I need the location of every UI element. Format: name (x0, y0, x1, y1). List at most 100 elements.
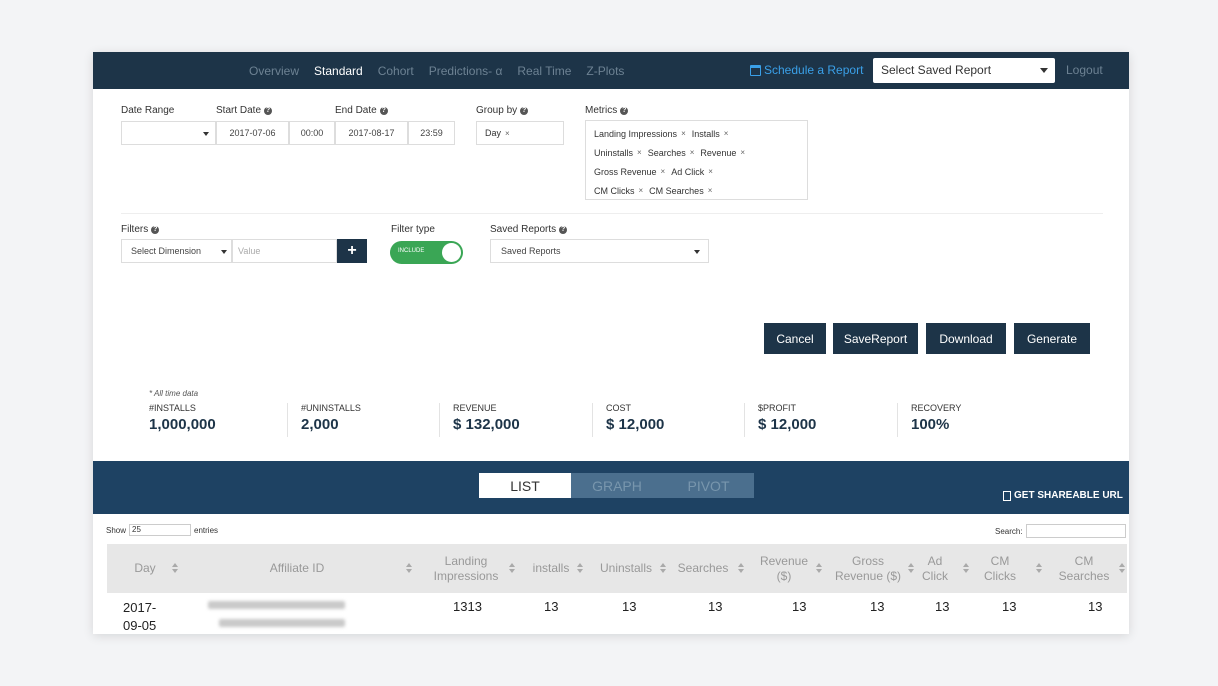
sort-icon[interactable] (406, 563, 412, 574)
column-header-cm-clicks[interactable]: CM Clicks (980, 544, 1020, 593)
help-icon[interactable]: ? (264, 106, 273, 115)
nav-tabs: Overview Standard Cohort Predictions- α … (249, 52, 624, 89)
redacted-affiliate-id (219, 619, 345, 627)
sort-icon[interactable] (1119, 563, 1125, 574)
share-label: GET SHAREABLE URL (1014, 490, 1123, 501)
close-icon[interactable]: × (708, 163, 713, 181)
column-header-installs[interactable]: installs (526, 544, 576, 593)
column-header-landing-impressions[interactable]: Landing Impressions (432, 544, 500, 593)
metric-tag: Revenue × (700, 144, 745, 162)
saved-reports-select[interactable]: Saved Reports (490, 239, 709, 263)
sort-icon[interactable] (963, 563, 969, 574)
nav-tab-cohort[interactable]: Cohort (378, 64, 414, 78)
cell-landing-impressions: 1313 (453, 599, 482, 614)
sort-icon[interactable] (660, 563, 666, 574)
save-report-button[interactable]: SaveReport (833, 323, 918, 354)
close-icon[interactable]: × (708, 182, 713, 200)
metrics-label: Metrics? (585, 105, 629, 116)
entries-label: entries (194, 525, 219, 535)
group-by-input[interactable]: Day × (476, 121, 564, 145)
saved-report-select-value: Select Saved Report (881, 63, 992, 77)
logout-link[interactable]: Logout (1066, 63, 1103, 77)
start-date-input[interactable]: 2017-07-06 (216, 121, 289, 145)
column-header-searches[interactable]: Searches (675, 544, 731, 593)
group-by-tag: Day × (485, 124, 510, 142)
column-header-cm-searches[interactable]: CM Searches (1050, 544, 1118, 593)
metric-tag-label: Searches (647, 148, 686, 158)
filter-type-toggle[interactable]: INCLUDE (390, 241, 463, 264)
column-header-ad-click[interactable]: Ad Click (917, 544, 953, 593)
column-header-affiliate-id[interactable]: Affiliate ID (257, 544, 337, 593)
schedule-report-link[interactable]: Schedule a Report (750, 63, 863, 77)
start-date-label: Start Date? (216, 105, 273, 116)
download-button[interactable]: Download (926, 323, 1006, 354)
metric-tag-label: Revenue (700, 148, 737, 158)
close-icon[interactable]: × (740, 144, 745, 162)
add-filter-button[interactable]: + (337, 239, 367, 263)
start-time-input[interactable]: 00:00 (289, 121, 335, 145)
column-header-gross-revenue[interactable]: Gross Revenue ($) (830, 544, 906, 593)
get-shareable-url-button[interactable]: GET SHAREABLE URL (1003, 490, 1123, 501)
sort-icon[interactable] (816, 563, 822, 574)
close-icon[interactable]: × (690, 144, 695, 162)
date-range-select[interactable] (121, 121, 216, 145)
help-icon[interactable]: ? (620, 106, 629, 115)
nav-tab-predictions[interactable]: Predictions- α (429, 64, 503, 78)
tab-list[interactable]: LIST (479, 473, 571, 498)
sort-icon[interactable] (509, 563, 515, 574)
dimension-select-value: Select Dimension (131, 246, 202, 256)
stat-divider (439, 403, 440, 437)
nav-tab-z-plots[interactable]: Z-Plots (586, 64, 624, 78)
sort-icon[interactable] (738, 563, 744, 574)
saved-reports-label: Saved Reports? (490, 224, 568, 235)
stat-label: COST (606, 403, 632, 413)
redacted-affiliate-id (208, 601, 345, 609)
search-input[interactable] (1025, 524, 1126, 538)
close-icon[interactable]: × (505, 129, 510, 138)
group-by-label-text: Group by (476, 105, 518, 116)
end-time-input[interactable]: 23:59 (408, 121, 455, 145)
close-icon[interactable]: × (661, 163, 666, 181)
view-switcher-bar: LIST GRAPH PIVOT GET SHAREABLE URL (93, 461, 1129, 514)
sort-icon[interactable] (172, 563, 178, 574)
filters-label: Filters? (121, 224, 160, 235)
filter-value-input[interactable]: Value (232, 239, 337, 263)
end-date-input[interactable]: 2017-08-17 (335, 121, 408, 145)
column-header-revenue[interactable]: Revenue ($) (755, 544, 813, 593)
chevron-down-icon (1040, 68, 1048, 73)
cell-gross-revenue: 13 (870, 599, 885, 614)
metrics-input[interactable]: Landing Impressions × Installs × Uninstalls… (585, 120, 808, 200)
dimension-select[interactable]: Select Dimension (121, 239, 232, 263)
nav-tab-overview[interactable]: Overview (249, 64, 299, 78)
date-range-label-text: Date Range (121, 105, 175, 116)
metric-tag: Installs × (692, 125, 729, 143)
cell-cm-searches: 13 (1088, 599, 1103, 614)
close-icon[interactable]: × (681, 125, 686, 143)
page-length-input[interactable]: 25 (129, 524, 192, 536)
help-icon[interactable]: ? (379, 106, 388, 115)
tab-graph[interactable]: GRAPH (571, 473, 663, 498)
section-divider (121, 213, 1103, 214)
sort-icon[interactable] (908, 563, 914, 574)
sort-icon[interactable] (577, 563, 583, 574)
saved-report-select[interactable]: Select Saved Report (873, 58, 1055, 83)
tab-pivot[interactable]: PIVOT (663, 473, 754, 498)
end-date-label: End Date? (335, 105, 388, 116)
sort-icon[interactable] (1036, 563, 1042, 574)
cancel-button[interactable]: Cancel (764, 323, 826, 354)
help-icon[interactable]: ? (151, 225, 160, 234)
close-icon[interactable]: × (637, 144, 642, 162)
close-icon[interactable]: × (724, 125, 729, 143)
help-icon[interactable]: ? (559, 225, 568, 234)
metric-tag: Landing Impressions × (594, 125, 686, 143)
generate-button[interactable]: Generate (1014, 323, 1090, 354)
metric-tag: Searches × (648, 144, 695, 162)
cell-uninstalls: 13 (622, 599, 637, 614)
column-header-day[interactable]: Day (125, 544, 165, 593)
help-icon[interactable]: ? (520, 106, 529, 115)
nav-tab-standard[interactable]: Standard (314, 64, 363, 78)
nav-tab-real-time[interactable]: Real Time (517, 64, 571, 78)
metric-tag: Gross Revenue × (594, 163, 665, 181)
column-header-uninstalls[interactable]: Uninstalls (594, 544, 658, 593)
close-icon[interactable]: × (639, 182, 644, 200)
